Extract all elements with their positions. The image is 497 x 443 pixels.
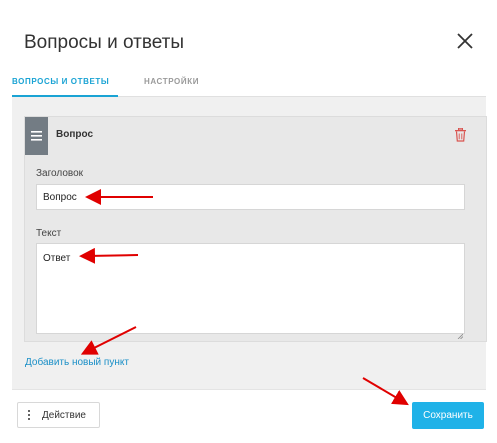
add-item-link[interactable]: Добавить новый пункт	[25, 357, 129, 368]
heading-input[interactable]	[36, 184, 465, 210]
tab-questions-answers[interactable]: ВОПРОСЫ И ОТВЕТЫ	[12, 77, 118, 97]
save-button[interactable]: Сохранить	[412, 402, 484, 429]
qa-item-header: Вопрос	[25, 117, 486, 155]
resize-grip-icon[interactable]	[457, 326, 464, 340]
more-vertical-icon	[28, 410, 30, 420]
text-label: Текст	[36, 228, 62, 239]
trash-icon[interactable]	[454, 127, 467, 142]
qa-item-title: Вопрос	[56, 129, 94, 140]
save-button-label: Сохранить	[423, 410, 473, 421]
dialog-title: Вопросы и ответы	[24, 32, 185, 53]
text-textarea[interactable]	[36, 243, 465, 334]
tab-settings[interactable]: НАСТРОЙКИ	[144, 77, 199, 86]
heading-label: Заголовок	[36, 168, 84, 179]
close-icon[interactable]	[454, 30, 476, 52]
action-button[interactable]: Действие	[17, 402, 100, 428]
action-button-label: Действие	[42, 409, 86, 421]
qa-item: Вопрос Заголовок Текст	[24, 116, 487, 342]
drag-handle-icon[interactable]	[25, 117, 48, 155]
content-panel: Вопрос Заголовок Текст	[12, 97, 487, 390]
dialog: Вопросы и ответы ВОПРОСЫ И ОТВЕТЫ НАСТРО…	[0, 0, 497, 443]
tab-bar: ВОПРОСЫ И ОТВЕТЫ НАСТРОЙКИ	[12, 72, 486, 97]
